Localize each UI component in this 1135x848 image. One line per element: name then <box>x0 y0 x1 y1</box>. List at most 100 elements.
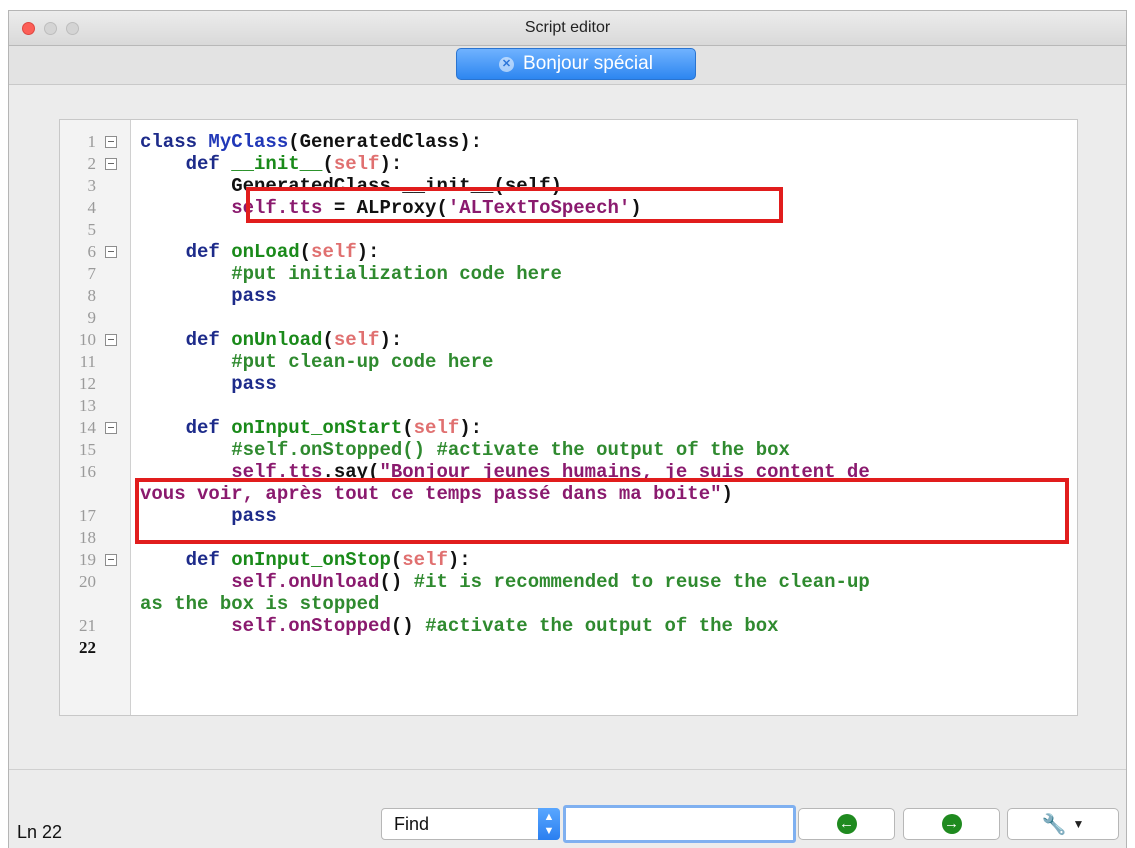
code-token: self.onStopped <box>140 615 391 637</box>
line-number: 8 <box>87 286 97 305</box>
code-token: self <box>333 329 380 351</box>
wrench-icon: 🔧 <box>1041 813 1067 836</box>
tab-label: Bonjour spécial <box>523 53 653 74</box>
find-next-button[interactable]: → <box>903 808 1000 840</box>
line-number: 14 <box>79 418 96 437</box>
find-previous-button[interactable]: ← <box>798 808 895 840</box>
line-number: 1 <box>87 132 97 151</box>
highlight-box-tts-say <box>135 478 1069 544</box>
tab-close-icon[interactable]: ✕ <box>499 56 515 72</box>
code-token: ): <box>379 153 403 175</box>
status-bar: Ln 22 Find ▲ ▼ ← → 🔧 ▼ <box>9 769 1126 848</box>
code-line: self.onStopped() #activate the output of… <box>140 615 779 637</box>
line-number: 21 <box>79 616 96 635</box>
code-token: #self.onStopped() #activate the output o… <box>140 439 790 461</box>
code-token: self <box>402 549 448 571</box>
code-token: () <box>379 571 414 593</box>
code-token: MyClass <box>208 131 289 153</box>
line-number: 15 <box>79 440 96 459</box>
code-line: #put initialization code here <box>140 263 562 285</box>
code-token: def <box>140 329 232 351</box>
code-line: class MyClass(GeneratedClass): <box>140 131 482 153</box>
title-bar: Script editor <box>9 11 1126 46</box>
fold-toggle-icon[interactable] <box>105 422 117 434</box>
code-token: ( <box>322 329 334 351</box>
code-line: #self.onStopped() #activate the output o… <box>140 439 790 461</box>
fold-toggle-icon[interactable] <box>105 158 117 170</box>
find-mode-select[interactable]: Find ▲ ▼ <box>381 808 560 840</box>
code-token: as the box is stopped <box>140 593 380 615</box>
code-token: ( <box>322 153 334 175</box>
code-line: #put clean-up code here <box>140 351 493 373</box>
code-line: def __init__(self): <box>140 153 403 175</box>
script-editor-window: Script editor ✕ Bonjour spécial 12345678… <box>8 10 1127 848</box>
code-line: def onUnload(self): <box>140 329 403 351</box>
code-token: onLoad <box>231 241 300 263</box>
code-token: self <box>311 241 357 263</box>
code-token: ): <box>379 329 403 351</box>
code-line: self.onUnload() #it is recommended to re… <box>140 571 870 593</box>
line-number: 2 <box>87 154 97 173</box>
line-number: 5 <box>87 220 97 239</box>
line-number: 22 <box>79 638 96 657</box>
line-number: 20 <box>79 572 96 591</box>
code-token: onInput_onStart <box>231 417 403 439</box>
tools-menu-button[interactable]: 🔧 ▼ <box>1007 808 1119 840</box>
line-number: 6 <box>87 242 97 261</box>
code-token: def <box>140 153 232 175</box>
arrow-right-icon: → <box>941 814 962 834</box>
find-mode-label: Find <box>394 814 430 834</box>
fold-toggle-icon[interactable] <box>105 136 117 148</box>
fold-toggle-icon[interactable] <box>105 554 117 566</box>
code-token: def <box>140 241 232 263</box>
arrow-left-icon: ← <box>836 814 857 834</box>
code-token: onUnload <box>231 329 323 351</box>
window-title: Script editor <box>524 19 611 36</box>
code-token: def <box>140 417 232 439</box>
line-number: 12 <box>79 374 96 393</box>
tab-bonjour-special[interactable]: ✕ Bonjour spécial <box>456 48 696 80</box>
line-indicator: Ln 22 <box>17 822 63 842</box>
line-number: 7 <box>87 264 97 283</box>
line-number: 10 <box>79 330 96 349</box>
code-token: ( <box>390 549 403 571</box>
chevron-down-icon: ▼ <box>1072 817 1085 831</box>
line-number: 9 <box>87 308 97 327</box>
code-token: ): <box>459 417 483 439</box>
code-editor[interactable]: 1 2 3 4 5 6 7 8 9 10 11 12 13 14 15 16 17 18 19 20 21 22 clas… <box>59 119 1078 716</box>
code-line: def onInput_onStart(self): <box>140 417 482 439</box>
code-token: #activate the output of the box <box>425 615 779 637</box>
code-token: #put clean-up code here <box>140 351 494 373</box>
line-number: 11 <box>79 352 96 371</box>
chevron-updown-icon: ▲ ▼ <box>538 808 560 840</box>
code-token: __init__ <box>231 153 323 175</box>
code-line: pass <box>140 285 277 307</box>
code-token: (GeneratedClass): <box>288 131 483 153</box>
code-line: as the box is stopped <box>140 593 379 615</box>
highlight-box-tts-proxy <box>246 187 783 223</box>
line-number: 18 <box>79 528 96 547</box>
line-number: 16 <box>79 462 96 481</box>
code-token: #it is recommended to reuse the clean-up <box>413 571 870 593</box>
code-token: def <box>140 549 232 571</box>
code-token: onInput_onStop <box>231 549 391 571</box>
code-token: self.onUnload <box>140 571 380 593</box>
code-token: ( <box>299 241 312 263</box>
code-line: pass <box>140 373 277 395</box>
line-number: 3 <box>87 176 97 195</box>
code-token: pass <box>140 373 277 395</box>
code-token: () <box>390 615 426 637</box>
find-input[interactable] <box>563 805 796 843</box>
fold-toggle-icon[interactable] <box>105 334 117 346</box>
code-token: self <box>413 417 460 439</box>
line-number: 4 <box>87 198 97 217</box>
code-token: class <box>140 131 209 153</box>
code-token: ( <box>402 417 414 439</box>
line-number: 17 <box>79 506 96 525</box>
tab-strip: ✕ Bonjour spécial <box>9 46 1126 85</box>
code-token: self <box>333 153 380 175</box>
fold-toggle-icon[interactable] <box>105 246 117 258</box>
code-token: #put initialization code here <box>140 263 562 285</box>
code-token: pass <box>140 285 277 307</box>
code-token: ): <box>447 549 471 571</box>
